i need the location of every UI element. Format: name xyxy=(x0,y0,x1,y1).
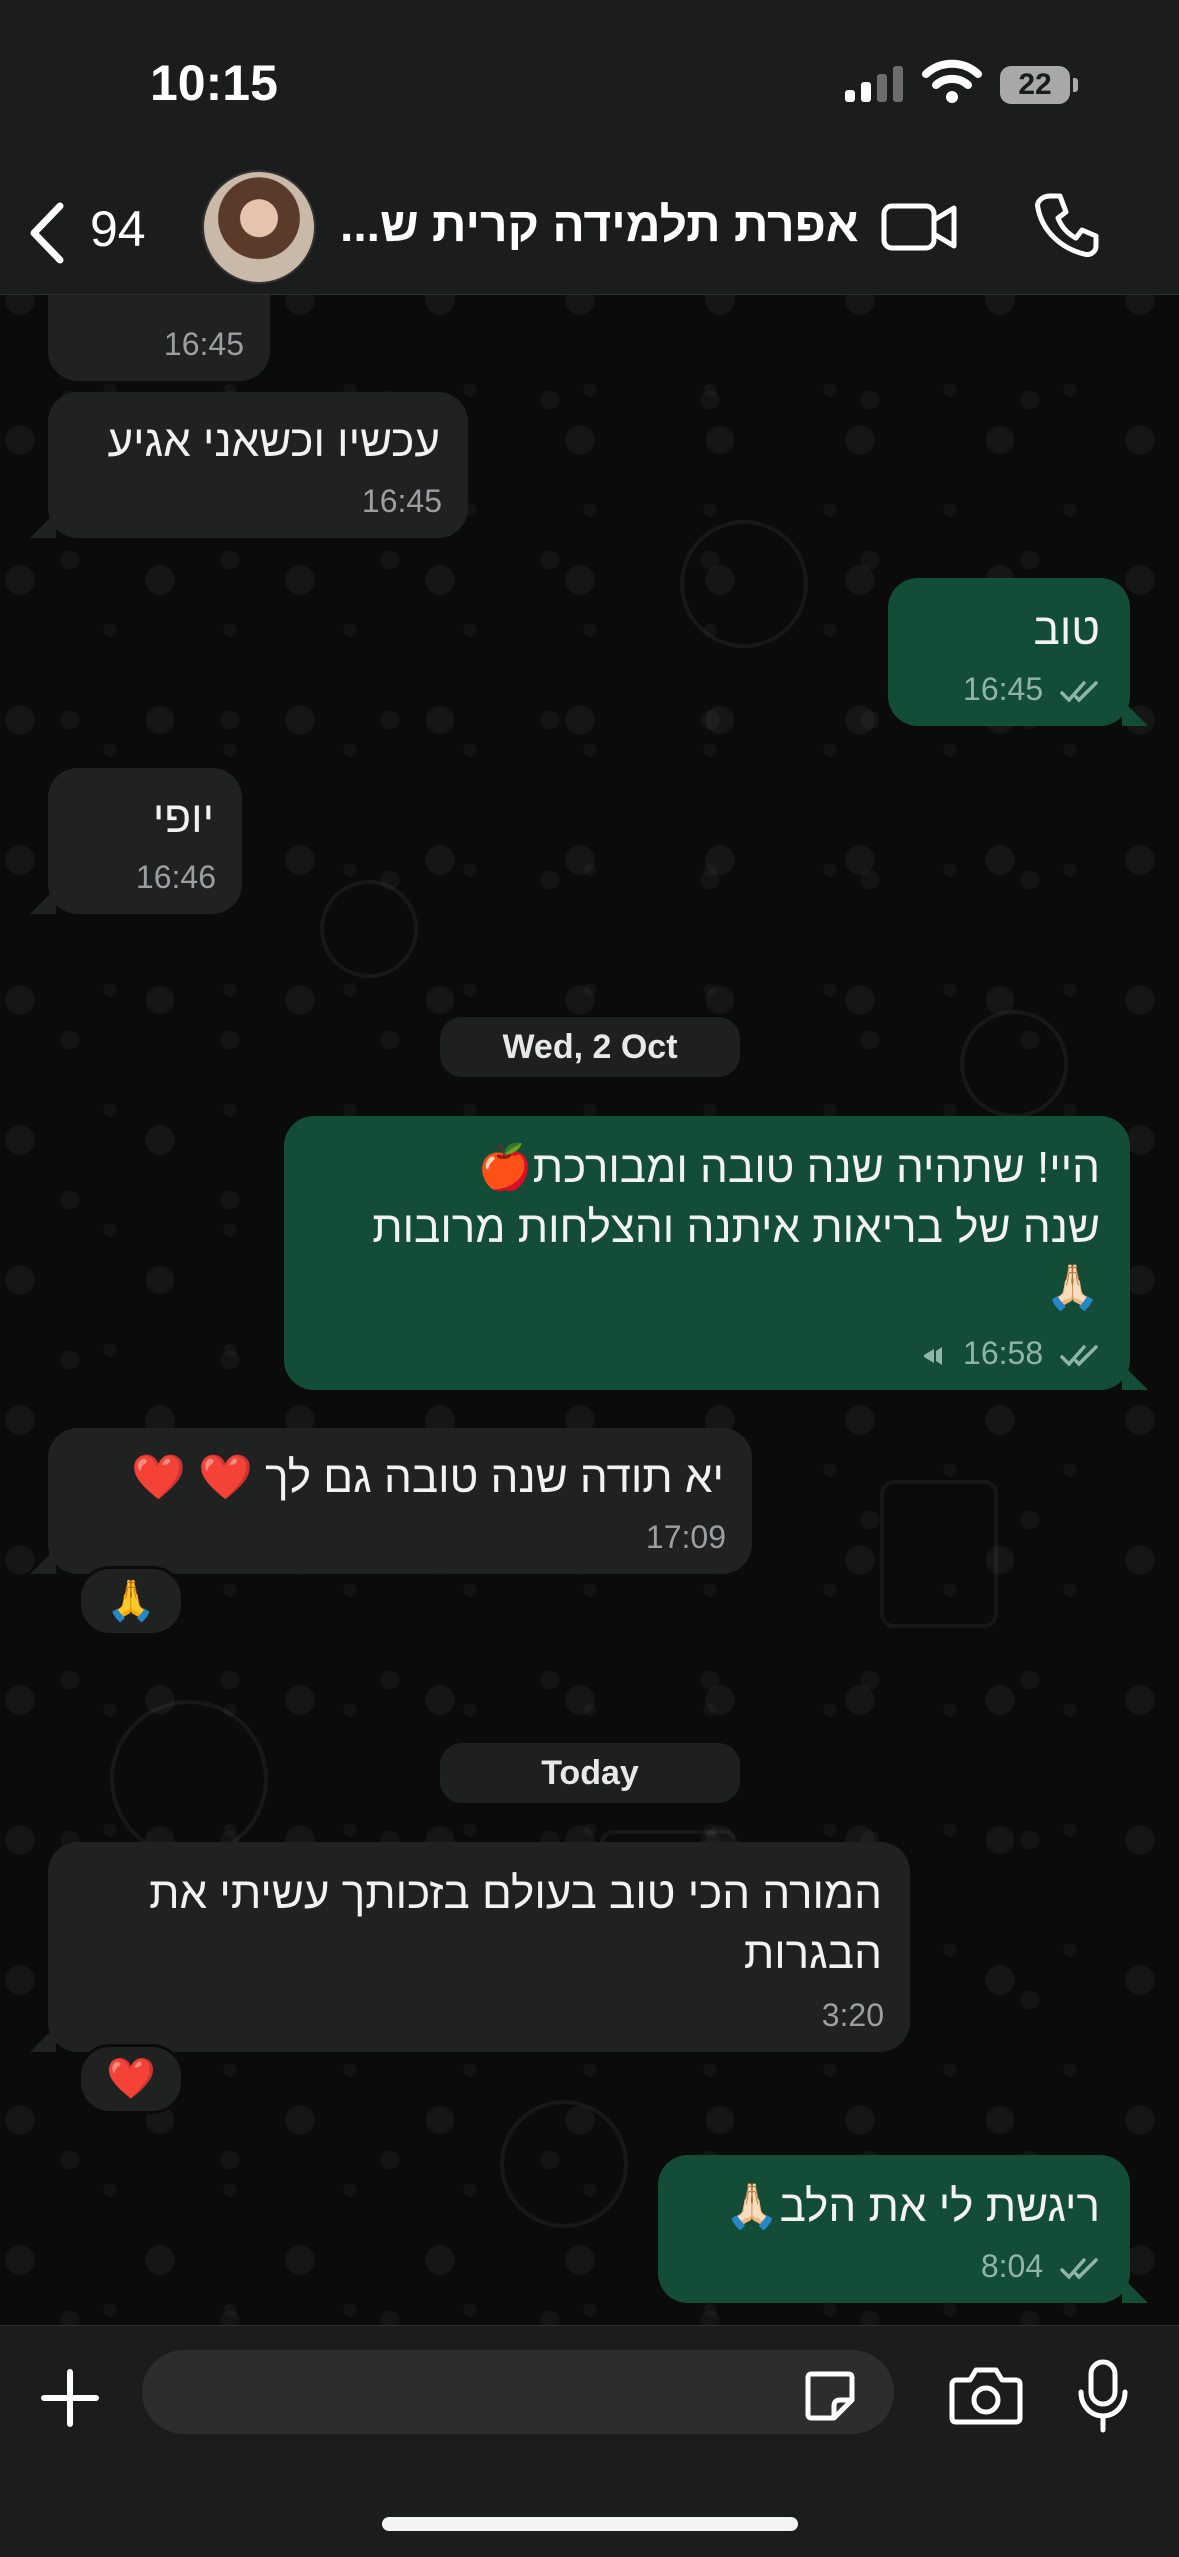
message-outgoing[interactable]: היי! שתהיה שנה טובה ומבורכת🍎 שנה של בריא… xyxy=(284,1116,1130,1390)
wallpaper-doodle xyxy=(880,1480,998,1628)
battery-indicator: 22 xyxy=(1000,66,1070,104)
message-reaction[interactable]: ❤️ xyxy=(78,2044,184,2114)
home-indicator[interactable] xyxy=(382,2517,798,2531)
message-line: הבגרות xyxy=(743,1929,882,1978)
message-incoming[interactable]: עכשיו וכשאני אגיע 16:45 xyxy=(48,392,468,538)
wifi-icon xyxy=(922,59,982,103)
message-time-row: 16:45 xyxy=(963,671,1104,708)
bubble-tail xyxy=(30,888,56,914)
call-icon[interactable] xyxy=(1032,190,1102,260)
camera-icon[interactable] xyxy=(948,2364,1024,2428)
video-icon[interactable] xyxy=(880,196,960,256)
bubble-tail xyxy=(30,512,56,538)
message-time: 8:04 xyxy=(980,2248,1044,2284)
bubble-tail xyxy=(1122,700,1148,726)
date-separator: Today xyxy=(440,1743,740,1803)
message-line: היי! שתהיה שנה טובה ומבורכת🍎 xyxy=(477,1143,1100,1192)
message-time: 16:58 xyxy=(963,1335,1044,1371)
message-time: 16:45 xyxy=(163,326,244,362)
message-line: 🙏🏻 xyxy=(1045,1263,1100,1312)
message-time: 16:45 xyxy=(963,671,1044,707)
message-input[interactable] xyxy=(142,2350,894,2434)
sticker-icon[interactable] xyxy=(802,2368,858,2424)
read-ticks-icon xyxy=(1060,1344,1098,1367)
message-time-row: 8:04 xyxy=(981,2248,1104,2285)
wallpaper-doodle xyxy=(960,1010,1068,1118)
back-icon[interactable] xyxy=(22,198,72,268)
message-text: טוב xyxy=(1033,605,1100,654)
read-ticks-icon xyxy=(1060,2257,1098,2280)
unread-count[interactable]: 94 xyxy=(90,200,146,258)
contact-name[interactable]: אפרת תלמידה קרית ש... xyxy=(340,198,860,253)
message-time: 16:46 xyxy=(135,859,216,895)
status-bar: 10:15 22 xyxy=(0,0,1179,170)
status-time: 10:15 xyxy=(150,55,278,111)
message-outgoing[interactable]: טוב 16:45 xyxy=(888,578,1130,726)
message-line: המורה הכי טוב בעולם בזכותך עשיתי את xyxy=(149,1869,882,1918)
wallpaper-doodle xyxy=(500,2100,628,2228)
forward-icon xyxy=(924,1346,943,1365)
contact-avatar[interactable] xyxy=(202,170,316,284)
message-text: יופי xyxy=(152,793,214,842)
mic-icon[interactable] xyxy=(1075,2358,1131,2434)
signal-icon xyxy=(845,66,903,102)
message-time: 3:20 xyxy=(821,1997,884,2033)
chat-header: 94 אפרת תלמידה קרית ש... xyxy=(0,170,1179,295)
message-incoming[interactable]: 16:45 xyxy=(48,295,270,381)
read-ticks-icon xyxy=(1060,680,1098,703)
battery-cap xyxy=(1073,78,1078,92)
message-line: שנה של בריאות איתנה והצלחות מרובות xyxy=(372,1203,1100,1252)
bubble-tail xyxy=(1122,2277,1148,2303)
message-text: ריגשת לי את הלב🙏🏻 xyxy=(724,2182,1100,2231)
bubble-tail xyxy=(30,2026,56,2052)
bubble-tail xyxy=(1122,1364,1148,1390)
message-reaction[interactable]: 🙏 xyxy=(78,1566,184,1636)
date-separator: Wed, 2 Oct xyxy=(440,1017,740,1077)
message-time-row: 16:58 xyxy=(920,1335,1104,1372)
bubble-tail xyxy=(30,1548,56,1574)
wallpaper-doodle xyxy=(110,1700,268,1858)
wallpaper-doodle xyxy=(320,880,418,978)
message-time: 16:45 xyxy=(361,483,442,519)
message-incoming[interactable]: יא תודה שנה טובה גם לך ❤️ ❤️ 17:09 xyxy=(48,1428,752,1574)
plus-icon[interactable] xyxy=(38,2366,102,2430)
message-text: יא תודה שנה טובה גם לך ❤️ ❤️ xyxy=(131,1453,724,1502)
message-incoming[interactable]: יופי 16:46 xyxy=(48,768,242,914)
message-incoming[interactable]: המורה הכי טוב בעולם בזכותך עשיתי את הבגר… xyxy=(48,1842,910,2052)
wallpaper-doodle xyxy=(680,520,808,648)
message-text: עכשיו וכשאני אגיע xyxy=(107,417,440,466)
message-outgoing[interactable]: ריגשת לי את הלב🙏🏻 8:04 xyxy=(658,2155,1130,2303)
message-time: 17:09 xyxy=(645,1519,726,1555)
